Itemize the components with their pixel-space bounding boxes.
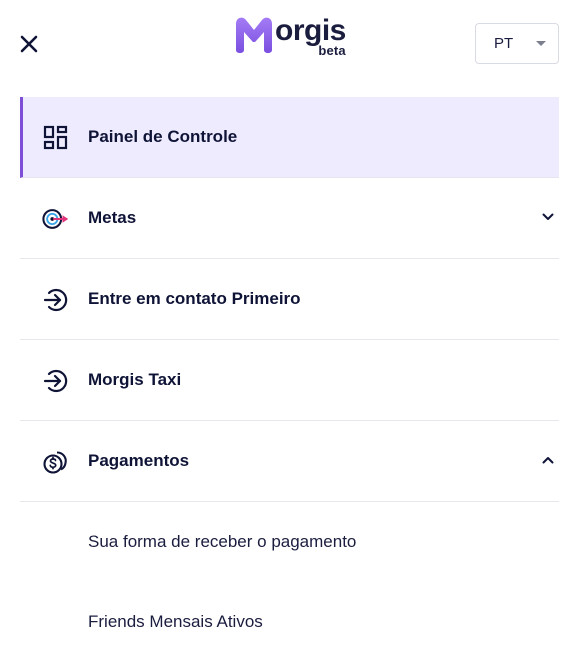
chevron-up-icon[interactable] [541,453,555,467]
menu-item-painel-de-controle[interactable]: Painel de Controle [20,97,559,178]
caret-down-icon [536,41,546,46]
login-arrow-icon [42,286,70,314]
submenu-item-label: Friends Mensais Ativos [88,612,263,631]
close-button[interactable] [16,31,42,57]
header: orgis beta PT [0,0,577,90]
submenu-item-label: Sua forma de receber o pagamento [88,532,357,551]
logo-beta-badge: beta [318,43,346,58]
menu-item-label: Morgis Taxi [88,370,182,389]
chevron-down-icon[interactable] [541,210,555,224]
language-select[interactable]: PT [475,23,559,64]
menu-item-entre-em-contato[interactable]: Entre em contato Primeiro [20,259,559,340]
menu-item-label: Painel de Controle [88,127,238,146]
target-icon [42,205,70,233]
menu-item-pagamentos[interactable]: Pagamentos [20,421,559,502]
sidebar-menu: Painel de Controle Metas Entre em contat… [20,97,559,662]
coins-icon [42,448,70,476]
login-arrow-icon [42,367,70,395]
logo-m-icon [236,17,272,54]
menu-item-label: Entre em contato Primeiro [88,289,301,308]
menu-item-morgis-taxi[interactable]: Morgis Taxi [20,340,559,421]
menu-item-label: Pagamentos [88,451,190,470]
dashboard-icon [42,124,70,152]
menu-item-metas[interactable]: Metas [20,178,559,259]
language-value: PT [494,35,514,52]
submenu-item-friends-mensais[interactable]: Friends Mensais Ativos [20,582,559,662]
morgis-logo[interactable]: orgis beta [234,14,346,58]
menu-item-label: Metas [88,208,137,227]
close-icon [20,35,38,53]
submenu-item-forma-de-receber[interactable]: Sua forma de receber o pagamento [20,502,559,582]
